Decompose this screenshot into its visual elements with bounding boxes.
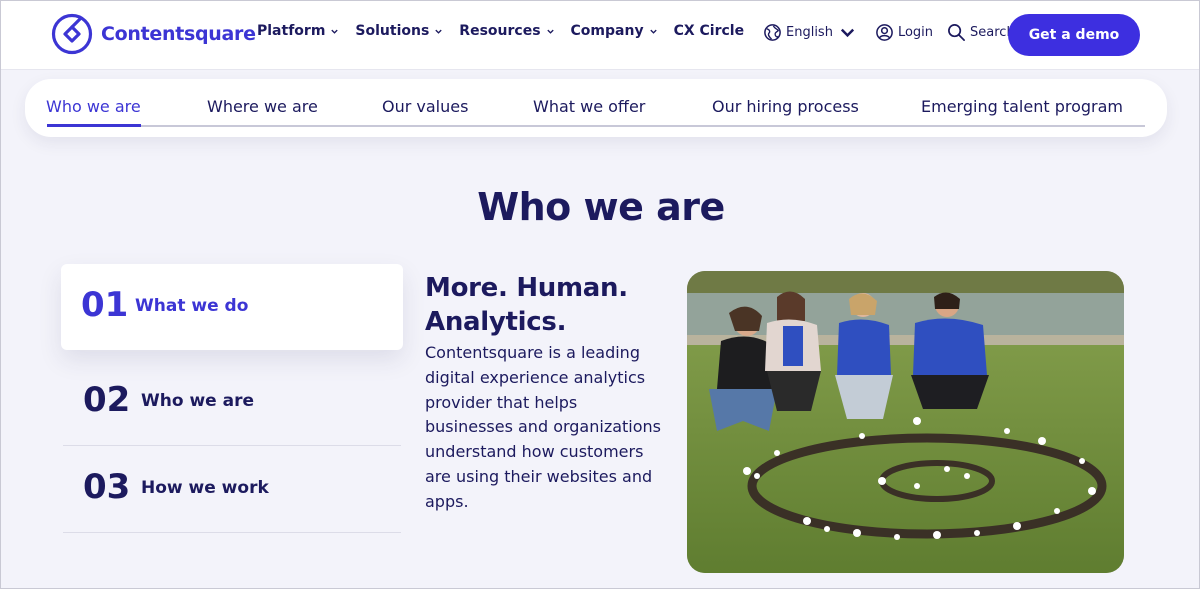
tab-where-we-are[interactable]: Where we are [207, 97, 318, 116]
nav-label: Resources [459, 23, 541, 39]
tab-emerging-talent-program[interactable]: Emerging talent program [921, 97, 1123, 116]
chevron-down-icon [435, 29, 442, 34]
item-who-we-are[interactable]: 02 Who we are [63, 358, 401, 444]
team-photo-icon [687, 271, 1124, 573]
section-title: Who we are [477, 185, 725, 229]
language-selector[interactable]: English [763, 23, 861, 42]
search-icon [948, 24, 965, 41]
tab-who-we-are[interactable]: Who we are [46, 97, 141, 116]
search-link[interactable]: Search [947, 23, 1015, 42]
nav-label: Platform [257, 23, 326, 39]
nav-solutions[interactable]: Solutions [355, 23, 443, 39]
nav-label: Company [570, 23, 644, 39]
nav-resources[interactable]: Resources [459, 23, 554, 39]
user-icon [876, 24, 893, 41]
nav-platform[interactable]: Platform [257, 23, 339, 39]
section-tabs: Who we are Where we are Our values What … [25, 79, 1167, 137]
get-a-demo-button[interactable]: Get a demo [1008, 14, 1140, 56]
item-number: 03 [83, 467, 131, 507]
logo-text: Contentsquare [101, 23, 256, 45]
nav-label: CX Circle [673, 23, 745, 39]
nav-company[interactable]: Company [571, 23, 658, 39]
chevron-down-icon [840, 28, 855, 38]
section-headline: More. Human. Analytics. [425, 273, 628, 337]
item-number: 01 [81, 285, 129, 325]
login-label: Login [897, 25, 934, 40]
tab-our-hiring-process[interactable]: Our hiring process [712, 97, 859, 116]
item-label: Who we are [141, 391, 254, 411]
chevron-down-icon [649, 29, 657, 34]
item-how-we-work[interactable]: 03 How we work [63, 445, 401, 531]
divider [63, 532, 401, 533]
item-label: How we work [141, 478, 269, 498]
globe-icon [764, 24, 781, 41]
site-header: Contentsquare Platform Solutions Resourc… [1, 1, 1199, 70]
nav-cx-circle[interactable]: CX Circle [674, 23, 745, 39]
item-number: 02 [83, 380, 131, 420]
tab-track [47, 125, 1145, 127]
contentsquare-logo-icon [51, 13, 93, 55]
section-body: Contentsquare is a leading digital exper… [425, 343, 662, 511]
team-photo [687, 271, 1124, 573]
page: Contentsquare Platform Solutions Resourc… [0, 0, 1200, 589]
chevron-down-icon [331, 29, 339, 34]
item-label: What we do [135, 296, 249, 316]
utility-nav: English Login Search [763, 23, 1029, 42]
tab-our-values[interactable]: Our values [382, 97, 468, 116]
login-link[interactable]: Login [875, 23, 933, 42]
item-what-we-do[interactable]: 01 What we do [61, 264, 403, 350]
tab-what-we-offer[interactable]: What we offer [533, 97, 645, 116]
nav-label: Solutions [355, 23, 430, 39]
language-label: English [786, 25, 833, 40]
chevron-down-icon [546, 29, 554, 34]
main-nav: Platform Solutions Resources Company CX … [257, 23, 760, 39]
logo[interactable]: Contentsquare [51, 12, 256, 56]
active-tab-indicator [47, 124, 141, 127]
